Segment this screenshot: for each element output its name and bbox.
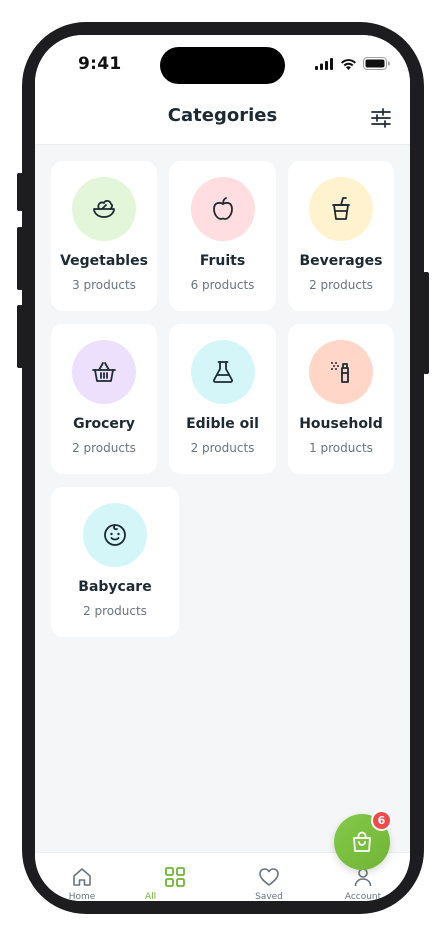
category-count: 2 products bbox=[309, 278, 373, 292]
category-name: Household bbox=[299, 416, 383, 432]
category-card-household[interactable]: Household 1 products bbox=[288, 324, 394, 474]
tab-saved[interactable]: Saved bbox=[239, 866, 299, 901]
wifi-icon bbox=[341, 58, 356, 70]
baby-face-icon bbox=[104, 524, 126, 546]
status-icons bbox=[315, 57, 390, 70]
category-count: 1 products bbox=[309, 441, 373, 455]
battery-icon bbox=[363, 57, 390, 70]
sliders-icon[interactable] bbox=[370, 107, 392, 129]
category-card-vegetables[interactable]: Vegetables 3 products bbox=[51, 161, 157, 311]
phone-power-button bbox=[423, 272, 429, 374]
category-count: 2 products bbox=[72, 441, 136, 455]
category-name: Grocery bbox=[73, 416, 135, 432]
shopping-bag-icon bbox=[353, 831, 371, 852]
app-screen: 9:41 Categories Vegetables 3 products Fr… bbox=[35, 35, 410, 901]
category-card-edible-oil[interactable]: Edible oil 2 products bbox=[169, 324, 276, 474]
category-card-grocery[interactable]: Grocery 2 products bbox=[51, 324, 157, 474]
category-count: 3 products bbox=[72, 278, 136, 292]
category-name: Fruits bbox=[199, 253, 246, 269]
phone-volume-up-button bbox=[17, 227, 23, 290]
category-card-babycare[interactable]: Babycare 2 products bbox=[51, 487, 179, 637]
category-name: Babycare bbox=[78, 579, 152, 595]
category-icon-bg bbox=[309, 177, 373, 241]
category-icon-bg bbox=[309, 340, 373, 404]
home-icon bbox=[73, 868, 91, 886]
tab-home[interactable]: Home bbox=[52, 866, 112, 901]
category-count: 2 products bbox=[190, 441, 255, 455]
spray-bottle-icon bbox=[331, 362, 349, 383]
category-card-fruits[interactable]: Fruits 6 products bbox=[169, 161, 276, 311]
cellular-signal-icon bbox=[315, 57, 333, 70]
flask-icon bbox=[212, 361, 233, 383]
phone-action-button bbox=[17, 173, 23, 211]
category-icon-bg bbox=[83, 503, 147, 567]
tab-label: Home bbox=[68, 892, 96, 901]
tab-label: Saved bbox=[255, 892, 283, 901]
tab-label: Account bbox=[344, 892, 382, 901]
category-card-beverages[interactable]: Beverages 2 products bbox=[288, 161, 394, 311]
category-name: Beverages bbox=[299, 253, 383, 269]
category-icon-bg bbox=[190, 340, 255, 404]
status-time: 9:41 bbox=[78, 54, 122, 74]
category-icon-bg bbox=[72, 177, 136, 241]
category-icon-bg bbox=[190, 177, 255, 241]
category-icon-bg bbox=[72, 340, 136, 404]
salad-bowl-icon bbox=[93, 199, 115, 218]
page-title: Categories bbox=[167, 105, 278, 126]
dynamic-island bbox=[160, 47, 285, 84]
status-bar: 9:41 bbox=[35, 35, 410, 91]
tab-all-categories[interactable]: All categories bbox=[145, 866, 205, 901]
cart-count-badge: 6 bbox=[371, 810, 392, 831]
tab-label: All categories bbox=[145, 892, 157, 901]
category-name: Edible oil bbox=[186, 416, 259, 432]
basket-icon bbox=[92, 362, 116, 382]
category-name: Vegetables bbox=[60, 253, 148, 269]
phone-volume-down-button bbox=[17, 305, 23, 368]
category-count: 6 products bbox=[190, 278, 255, 292]
category-count: 2 products bbox=[83, 604, 147, 618]
heart-icon bbox=[259, 868, 279, 886]
app-header: Categories bbox=[35, 91, 410, 145]
apple-icon bbox=[212, 197, 233, 220]
drink-cup-icon bbox=[332, 197, 350, 220]
grid-icon bbox=[165, 867, 185, 887]
tab-account[interactable]: Account bbox=[333, 866, 393, 901]
